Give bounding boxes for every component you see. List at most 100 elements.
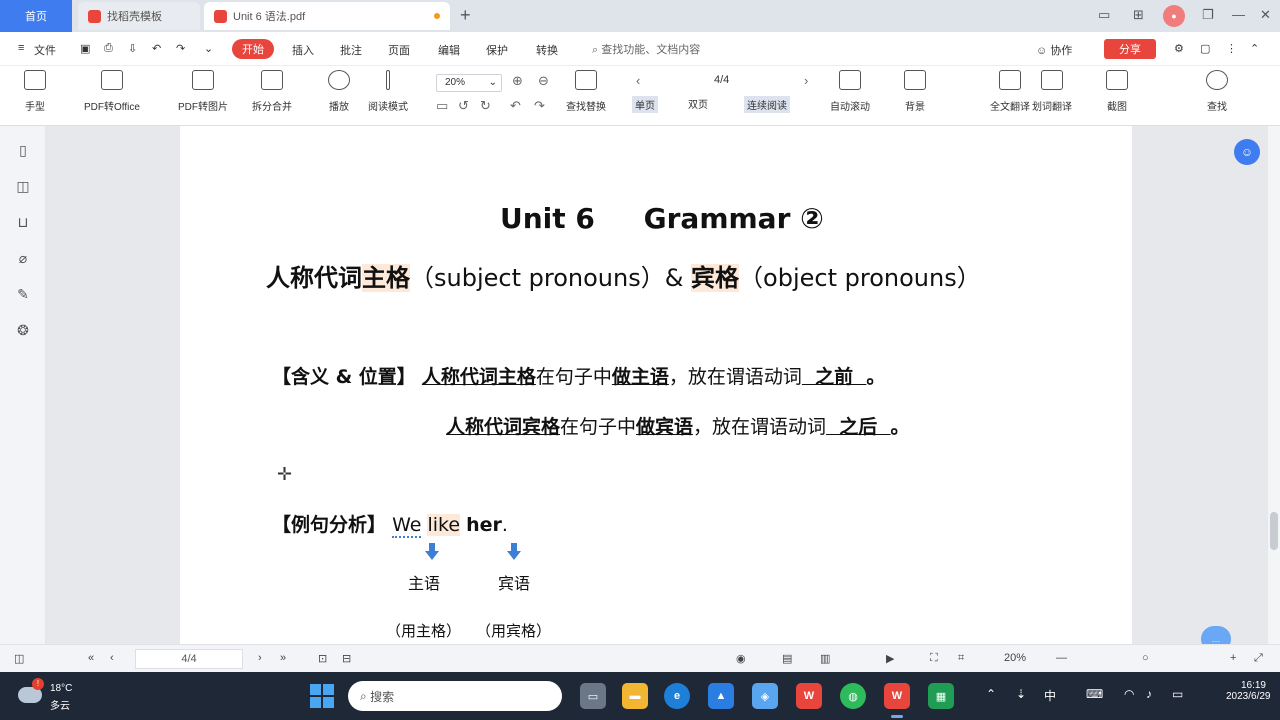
- menu-convert[interactable]: 转换: [536, 42, 558, 58]
- zoom-slider-knob[interactable]: ○: [1142, 652, 1149, 664]
- zoom-select[interactable]: 20% ⌄: [436, 74, 502, 92]
- pdf-to-image-button[interactable]: PDF转图片: [178, 70, 228, 113]
- prev-page-icon[interactable]: ‹: [636, 73, 640, 88]
- battery-icon[interactable]: ▭: [1172, 687, 1183, 701]
- page-number-input[interactable]: 4/4: [135, 649, 243, 669]
- fit-icon[interactable]: ⌗: [958, 652, 964, 665]
- collab-button[interactable]: ☺ 协作: [1036, 42, 1072, 58]
- pdf-to-office-button[interactable]: PDF转Office: [84, 70, 140, 113]
- spreadsheet-app-icon[interactable]: ▦: [928, 683, 954, 709]
- zoom-in-icon[interactable]: ⊕: [512, 73, 523, 89]
- settings-icon[interactable]: ⚙: [1174, 42, 1184, 55]
- undo-view-icon[interactable]: ↶: [510, 98, 521, 114]
- menu-file[interactable]: 文件: [34, 42, 56, 58]
- save-icon[interactable]: ▣: [80, 42, 90, 55]
- document-canvas[interactable]: Unit 6 Grammar ② 人称代词主格（subject pronouns…: [46, 126, 1268, 644]
- tab-document[interactable]: Unit 6 语法.pdf: [204, 2, 450, 30]
- minimize-icon[interactable]: —: [1232, 7, 1245, 22]
- find-replace-button[interactable]: 查找替换: [566, 70, 606, 113]
- tray-chevron-icon[interactable]: ⌃: [986, 687, 996, 701]
- find-button[interactable]: 查找: [1206, 70, 1228, 113]
- play-status-icon[interactable]: ▶: [886, 652, 894, 665]
- outline-icon[interactable]: ⊔: [15, 214, 31, 230]
- zoom-out-status-icon[interactable]: —: [1056, 652, 1067, 664]
- menu-home[interactable]: 开始: [232, 39, 274, 59]
- collapse-icon[interactable]: ⌃: [1250, 42, 1259, 55]
- rotate-right-icon[interactable]: ↻: [480, 98, 491, 114]
- tab-template[interactable]: 找稻壳模板: [78, 2, 200, 30]
- double-page-status-icon[interactable]: ▥: [820, 652, 830, 665]
- bookmark-icon[interactable]: ▯: [15, 142, 31, 158]
- rotate-left-icon[interactable]: ↺: [458, 98, 469, 114]
- single-page-status-icon[interactable]: ▤: [782, 652, 792, 665]
- wps-app-icon[interactable]: W: [796, 683, 822, 709]
- system-clock[interactable]: 16:19 2023/6/29: [1226, 680, 1271, 702]
- ime-mode-icon[interactable]: ⌨: [1086, 687, 1103, 701]
- zoom-in-status-icon[interactable]: +: [1230, 652, 1236, 664]
- new-tab-icon[interactable]: +: [460, 5, 471, 26]
- screenshot-button[interactable]: 截图: [1106, 70, 1128, 113]
- usb-icon[interactable]: ⇣: [1016, 687, 1026, 701]
- share-button[interactable]: 分享: [1104, 39, 1156, 59]
- taskbar-search[interactable]: ⌕ 搜索: [348, 681, 562, 711]
- fit-width-status-icon[interactable]: ⊟: [342, 652, 351, 665]
- double-page-button[interactable]: 双页: [688, 96, 708, 111]
- attachment-icon[interactable]: ⌀: [15, 250, 31, 266]
- comment-icon[interactable]: ▢: [1200, 42, 1210, 55]
- next-page-status-icon[interactable]: ›: [258, 652, 262, 664]
- close-icon[interactable]: ✕: [1260, 7, 1271, 23]
- redo-view-icon[interactable]: ↷: [534, 98, 545, 114]
- volume-icon[interactable]: ♪: [1146, 687, 1152, 701]
- ime-icon[interactable]: 中: [1044, 687, 1056, 704]
- continuous-read-button[interactable]: 连续阅读: [744, 96, 790, 113]
- menu-insert[interactable]: 插入: [292, 42, 314, 58]
- redo-icon[interactable]: ↷: [176, 42, 185, 55]
- thumbnail-icon[interactable]: ◫: [15, 178, 31, 194]
- tab-home[interactable]: 首页: [0, 0, 72, 32]
- menu-edit[interactable]: 编辑: [438, 42, 460, 58]
- fit-page-icon[interactable]: ⊡: [318, 652, 327, 665]
- hand-tool-button[interactable]: 手型: [24, 70, 46, 113]
- menu-comment[interactable]: 批注: [340, 42, 362, 58]
- layers-icon[interactable]: ❂: [15, 322, 31, 338]
- window-layout-icon[interactable]: ▭: [1098, 7, 1110, 23]
- photos-icon[interactable]: ▲: [708, 683, 734, 709]
- play-button[interactable]: 播放: [328, 70, 350, 113]
- fit-width-icon[interactable]: ▭: [436, 98, 448, 114]
- file-explorer-icon[interactable]: ▬: [622, 683, 648, 709]
- last-page-icon[interactable]: »: [280, 652, 286, 664]
- windows-start-icon[interactable]: [310, 684, 334, 708]
- prev-page-status-icon[interactable]: ‹: [110, 652, 114, 664]
- more-icon[interactable]: ⌄: [204, 42, 213, 55]
- eye-icon[interactable]: ◉: [736, 652, 746, 665]
- menu-page[interactable]: 页面: [388, 42, 410, 58]
- zoom-status[interactable]: 20%: [1004, 652, 1026, 664]
- background-button[interactable]: 背景: [904, 70, 926, 113]
- wifi-icon[interactable]: ◠: [1124, 687, 1134, 701]
- signature-icon[interactable]: ✎: [15, 286, 31, 302]
- task-view-icon[interactable]: ▭: [580, 683, 606, 709]
- single-page-button[interactable]: 单页: [632, 96, 658, 113]
- vertical-scrollbar[interactable]: [1268, 126, 1280, 644]
- zoom-out-icon[interactable]: ⊖: [538, 73, 549, 89]
- next-page-icon[interactable]: ›: [804, 73, 808, 88]
- export-icon[interactable]: ⇩: [128, 42, 137, 55]
- restore-icon[interactable]: ❐: [1202, 7, 1214, 23]
- assistant-icon[interactable]: ☺: [1234, 139, 1260, 165]
- expand-icon[interactable]: ⤢: [1254, 652, 1263, 665]
- menu-icon[interactable]: ≡: [18, 42, 24, 54]
- sidebar-toggle-icon[interactable]: ◫: [14, 652, 24, 665]
- network-app-icon[interactable]: ◈: [752, 683, 778, 709]
- print-icon[interactable]: ⎙: [104, 42, 113, 55]
- wps-pdf-app-icon[interactable]: W: [884, 683, 910, 718]
- grid-icon[interactable]: ⊞: [1133, 7, 1144, 23]
- word-translate-button[interactable]: 划词翻译: [1032, 70, 1072, 113]
- search-box[interactable]: ⌕ 查找功能、文档内容: [592, 41, 700, 57]
- read-mode-button[interactable]: 阅读模式: [368, 70, 408, 113]
- undo-icon[interactable]: ↶: [152, 42, 161, 55]
- menu-protect[interactable]: 保护: [486, 42, 508, 58]
- split-merge-button[interactable]: 拆分合并: [252, 70, 292, 113]
- scrollbar-thumb[interactable]: [1270, 512, 1278, 550]
- wechat-icon[interactable]: ◍: [840, 683, 866, 709]
- auto-scroll-button[interactable]: 自动滚动: [830, 70, 870, 113]
